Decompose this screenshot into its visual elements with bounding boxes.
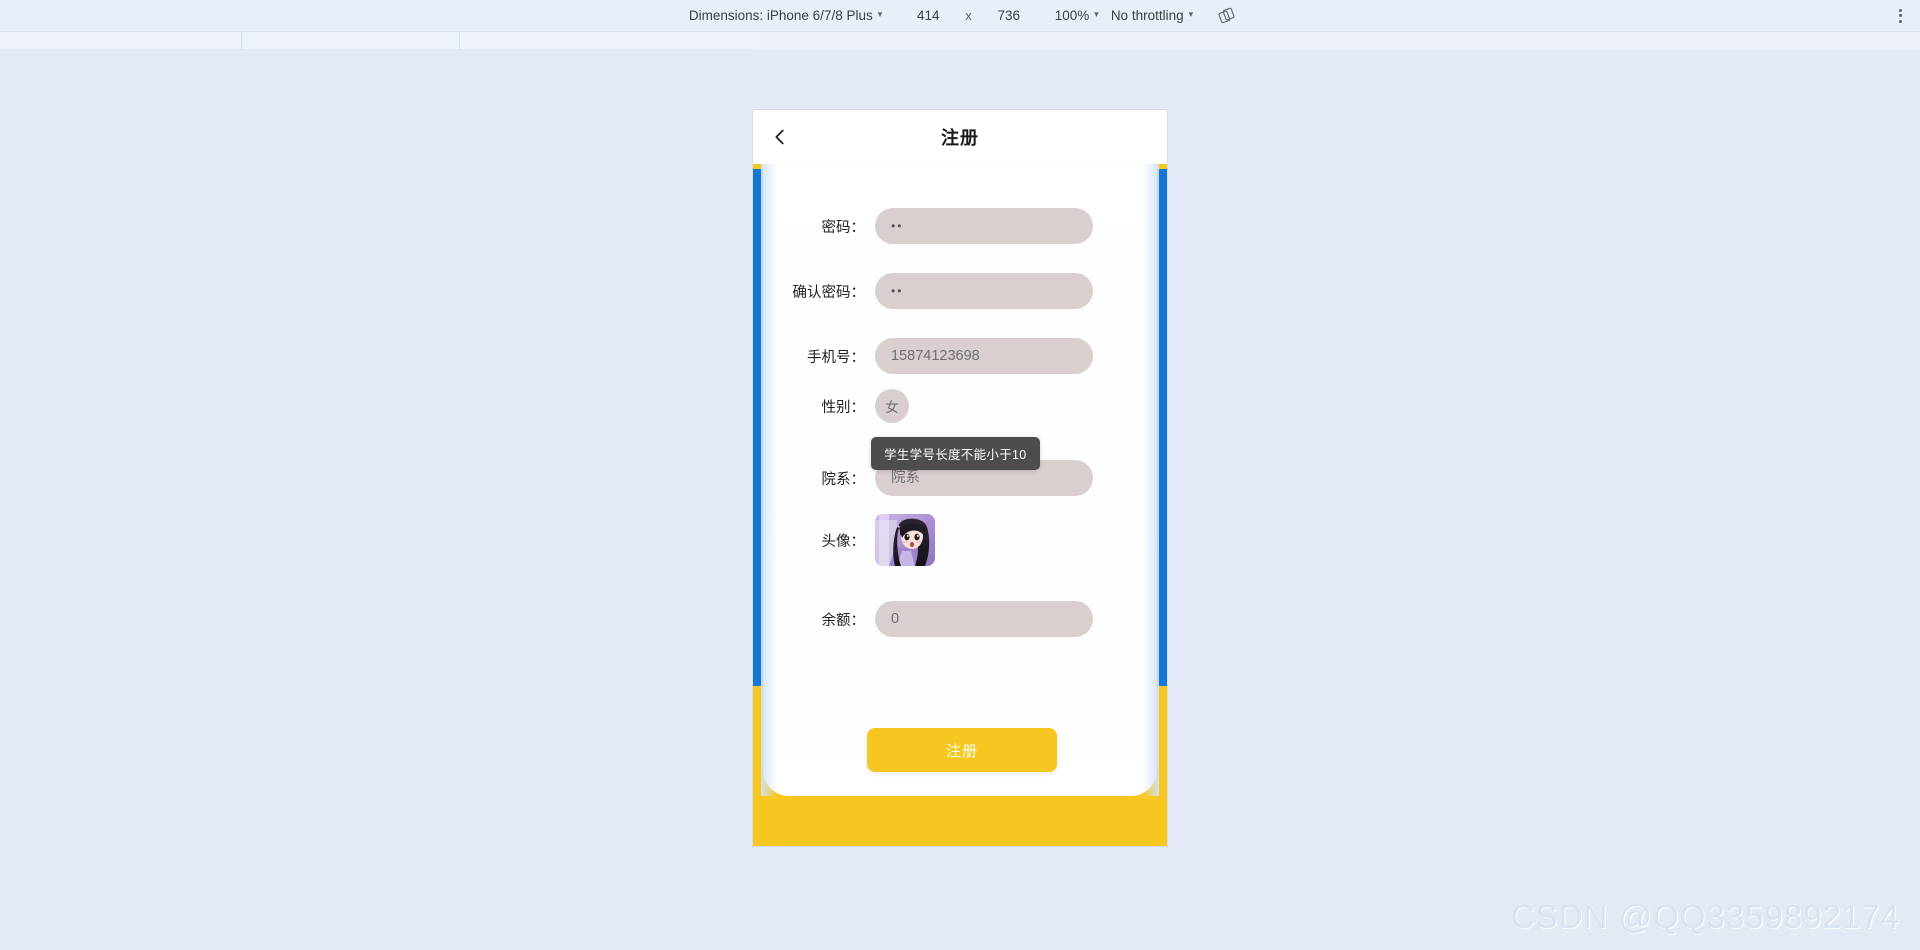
throttling-label: No throttling — [1110, 7, 1184, 23]
gender-value: 女 — [885, 400, 899, 415]
chevron-down-icon: ▾ — [1094, 9, 1099, 19]
ruler-page-band — [753, 32, 1920, 50]
label-balance: 余额： — [821, 612, 866, 629]
throttling-select[interactable]: No throttling ▾ — [1105, 7, 1199, 25]
label-password: 密码： — [821, 219, 866, 236]
menu-dot — [1898, 19, 1902, 23]
balance-input[interactable] — [875, 601, 1093, 637]
chevron-down-icon: ▾ — [877, 9, 883, 19]
toolbar-divider — [892, 8, 893, 24]
device-viewport: 注册 密码： 确认密码： 手机号： 性别： 女 院系： — [753, 110, 1167, 846]
ruler-tick — [459, 32, 460, 50]
menu-dot — [1898, 14, 1902, 17]
field-row-password: 密码： — [753, 208, 1167, 244]
zoom-select[interactable]: 100% ▾ — [1049, 7, 1105, 25]
field-row-balance: 余额： — [753, 601, 1167, 637]
label-confirm-password: 确认密码： — [792, 284, 866, 301]
phone-input[interactable] — [875, 338, 1093, 374]
page-title: 注册 — [941, 128, 979, 148]
zoom-label: 100% — [1054, 7, 1090, 23]
field-row-confirm-password: 确认密码： — [753, 273, 1167, 309]
label-phone: 手机号： — [807, 349, 865, 366]
chevron-down-icon: ▾ — [1188, 9, 1194, 19]
dimension-times-separator: x — [965, 8, 972, 23]
field-row-avatar: 头像： — [753, 514, 1167, 566]
app-header: 注册 — [753, 110, 1167, 164]
viewport-height-input[interactable]: 736 — [978, 6, 1040, 25]
confirm-password-input[interactable] — [875, 273, 1093, 309]
gender-select[interactable]: 女 — [875, 389, 909, 423]
device-preset-select[interactable]: Dimensions: iPhone 6/7/8 Plus ▾ — [683, 7, 888, 25]
avatar-image — [875, 514, 935, 566]
ruler-tick — [241, 32, 242, 50]
password-input[interactable] — [875, 208, 1093, 244]
avatar-upload[interactable] — [875, 514, 935, 566]
menu-dot — [1898, 8, 1902, 12]
csdn-watermark: CSDN @QQ3359892174 — [1510, 898, 1900, 935]
devtools-device-toolbar: Dimensions: iPhone 6/7/8 Plus ▾ 414 x 73… — [0, 0, 1920, 32]
field-row-phone: 手机号： — [753, 338, 1167, 374]
label-avatar: 头像： — [821, 533, 866, 550]
horizontal-ruler — [0, 32, 1920, 50]
viewport-width-input[interactable]: 414 — [897, 6, 959, 25]
rotate-device-icon[interactable] — [1215, 5, 1237, 27]
chevron-left-icon — [775, 129, 784, 145]
field-row-gender: 性别： 女 — [753, 389, 1167, 423]
registration-form: 密码： 确认密码： 手机号： 性别： 女 院系： 头像： — [753, 164, 1167, 784]
back-button[interactable] — [767, 124, 793, 150]
label-department: 院系： — [821, 471, 866, 488]
validation-tooltip: 学生学号长度不能小于10 — [871, 437, 1040, 470]
label-gender: 性别： — [821, 399, 866, 416]
register-button[interactable]: 注册 — [867, 728, 1057, 772]
device-preset-label: Dimensions: iPhone 6/7/8 Plus — [688, 7, 873, 23]
device-toolbar-controls: Dimensions: iPhone 6/7/8 Plus ▾ 414 x 73… — [683, 5, 1237, 27]
toolbar-divider-2 — [1044, 8, 1045, 24]
more-options-icon[interactable] — [1890, 6, 1910, 26]
